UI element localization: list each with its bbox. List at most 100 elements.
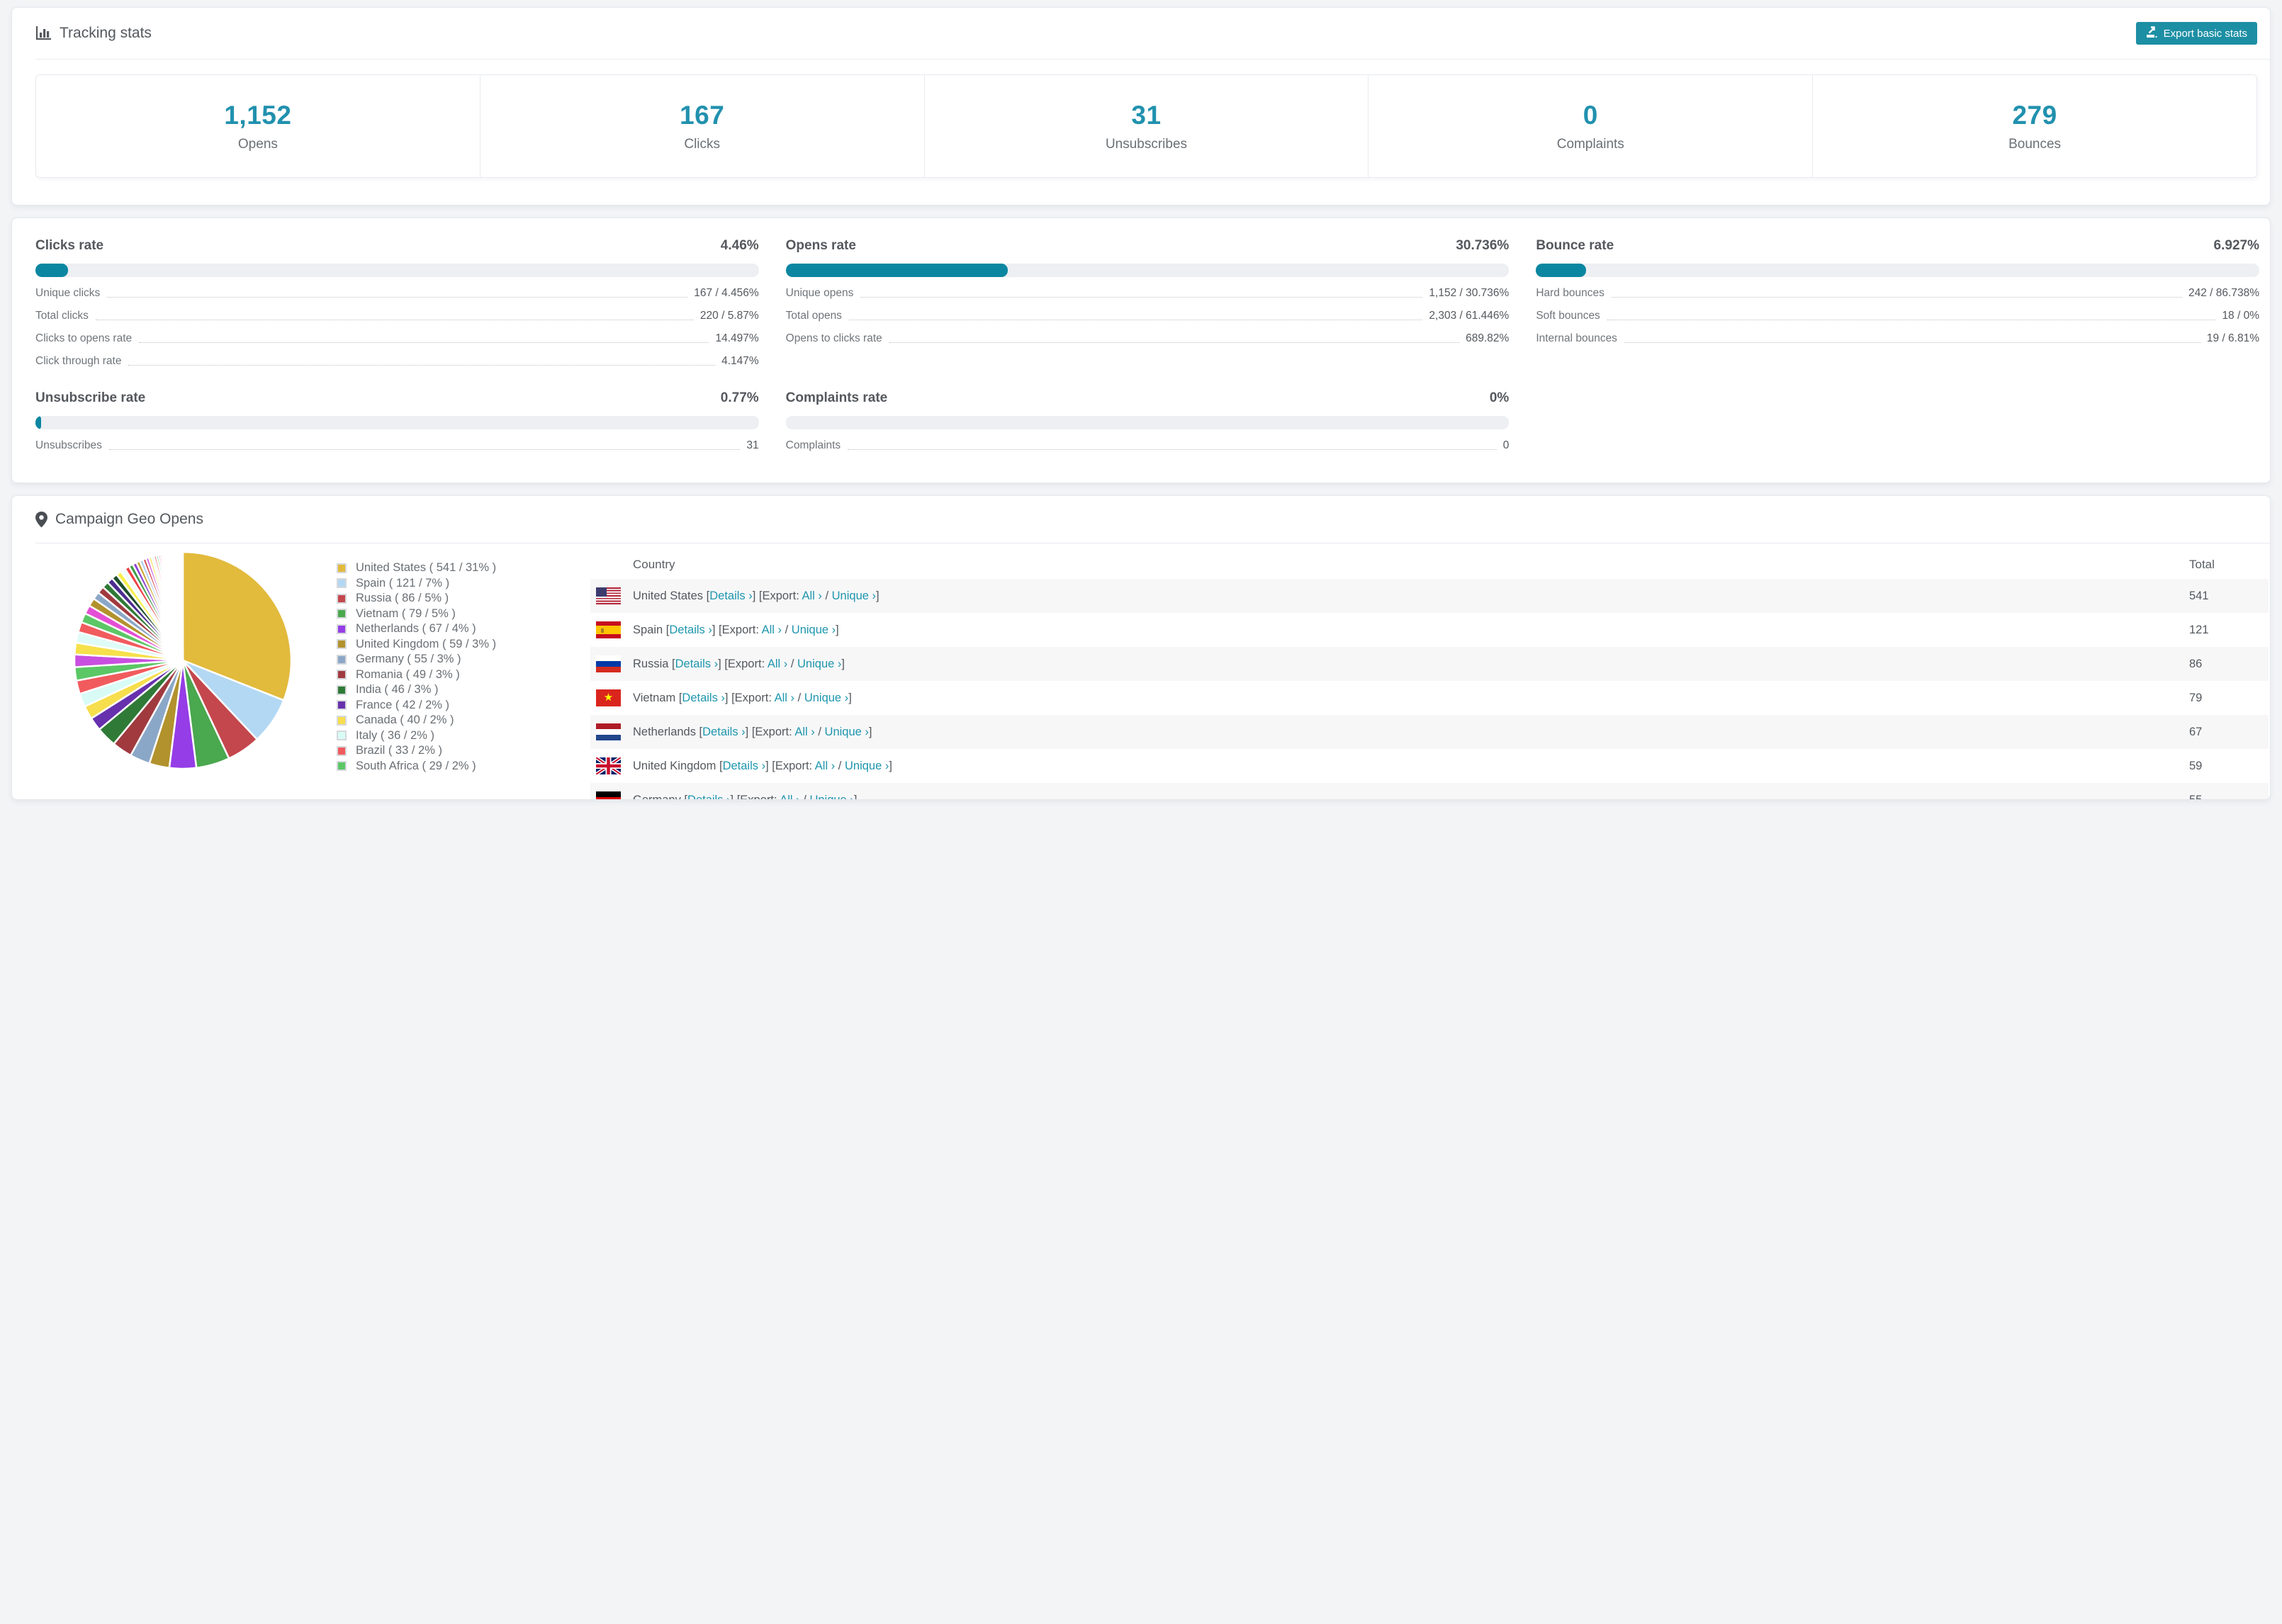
bracket-close: ] <box>889 759 892 772</box>
pie-slice-other[interactable] <box>181 551 184 662</box>
geo-table-body: United States [Details ›] [Export: All ›… <box>590 579 2269 800</box>
legend-item[interactable]: United States ( 541 / 31% ) <box>337 560 572 576</box>
details-link[interactable]: Details › <box>675 658 719 670</box>
dotted-leader <box>860 297 1423 298</box>
legend-item[interactable]: Brazil ( 33 / 2% ) <box>337 743 572 759</box>
country-cell-text: Vietnam [Details ›] [Export: All › / Uni… <box>633 692 852 705</box>
rate-panel: Clicks rate 4.46% Unique clicks 167 / 4.456… <box>35 238 759 368</box>
details-link[interactable]: Details › <box>709 590 753 602</box>
slash-text: / <box>821 589 832 602</box>
rate-row-label: Soft bounces <box>1536 310 1600 322</box>
progress-bar-fill <box>1536 264 1587 277</box>
legend-label: United Kingdom ( 59 / 3% ) <box>356 637 497 650</box>
export-unique-link[interactable]: Unique › <box>809 794 853 800</box>
us-canton <box>596 587 607 597</box>
tile-value: 279 <box>2012 100 2057 130</box>
tracking-stats-title: Tracking stats <box>35 25 152 42</box>
export-basic-stats-button[interactable]: Export basic stats <box>2135 22 2257 45</box>
es-emblem <box>601 628 604 633</box>
flag-icon-de <box>596 791 621 799</box>
export-unique-link[interactable]: Unique › <box>804 692 848 704</box>
legend-item[interactable]: United Kingdom ( 59 / 3% ) <box>337 637 572 653</box>
header-divider <box>35 59 2270 60</box>
rate-panel-rows: Hard bounces 242 / 86.738% Soft bounces 18 … <box>1536 287 2259 345</box>
export-unique-link[interactable]: Unique › <box>845 760 889 772</box>
country-cell: Germany [Details ›] [Export: All › / Uni… <box>590 791 2189 800</box>
tile-label: Opens <box>237 136 278 152</box>
export-all-link[interactable]: All › <box>780 794 799 800</box>
rate-panel-header: Unsubscribe rate 0.77% <box>35 390 759 406</box>
export-unique-link[interactable]: Unique › <box>792 624 836 636</box>
legend-item[interactable]: Germany ( 55 / 3% ) <box>337 652 572 667</box>
rate-row-value: 689.82% <box>1466 332 1510 344</box>
legend-item[interactable]: Netherlands ( 67 / 4% ) <box>337 621 572 637</box>
rate-panel-header: Complaints rate 0% <box>786 390 1510 406</box>
rate-row: Internal bounces 19 / 6.81% <box>1536 332 2259 345</box>
bracket-close: ] <box>848 691 852 704</box>
details-link[interactable]: Details › <box>687 794 731 800</box>
rate-row-label: Click through rate <box>35 355 122 367</box>
legend-label: France ( 42 / 2% ) <box>356 698 450 711</box>
total-cell: 67 <box>2189 725 2203 738</box>
country-cell-text: Spain [Details ›] [Export: All › / Uniqu… <box>633 624 839 637</box>
map-pin-icon <box>35 511 47 528</box>
details-link[interactable]: Details › <box>723 760 766 772</box>
rate-panel-title: Clicks rate <box>35 238 104 253</box>
legend-label: South Africa ( 29 / 2% ) <box>356 759 476 772</box>
rate-row-value: 242 / 86.738% <box>2188 287 2259 299</box>
flag-icon-ru <box>596 655 621 672</box>
legend-item[interactable]: France ( 42 / 2% ) <box>337 698 572 714</box>
export-all-link[interactable]: All › <box>794 726 814 738</box>
rate-row-label: Complaints <box>785 439 841 451</box>
legend-item[interactable]: India ( 46 / 3% ) <box>337 682 572 698</box>
legend-swatch <box>337 684 347 695</box>
slash-text: / <box>787 657 798 670</box>
legend-item[interactable]: Russia ( 86 / 5% ) <box>337 591 572 607</box>
progress-bar <box>785 416 1510 429</box>
geo-title-text: Campaign Geo Opens <box>55 511 203 527</box>
rate-panel: Opens rate 30.736% Unique opens 1,152 / 30.… <box>785 238 1510 368</box>
slash-text: / <box>814 725 825 738</box>
legend-label: Italy ( 36 / 2% ) <box>356 728 434 742</box>
country-cell: ★ Vietnam [Details ›] [Export: All › / Un… <box>590 689 2189 706</box>
slash-text: / <box>799 793 810 800</box>
export-unique-link[interactable]: Unique › <box>797 658 841 670</box>
legend-item[interactable]: Spain ( 121 / 7% ) <box>337 576 572 592</box>
legend-item[interactable]: Romania ( 49 / 3% ) <box>337 667 572 683</box>
country-cell-text: United Kingdom [Details ›] [Export: All … <box>633 760 892 773</box>
details-link[interactable]: Details › <box>702 726 746 738</box>
tile-value: 167 <box>680 100 725 130</box>
legend-label: India ( 46 / 3% ) <box>356 683 439 697</box>
total-cell: 541 <box>2189 589 2209 602</box>
details-link[interactable]: Details › <box>669 624 712 636</box>
flag-icon-nl <box>596 723 621 740</box>
export-icon <box>2146 26 2158 41</box>
legend-swatch <box>337 745 347 756</box>
export-all-link[interactable]: All › <box>768 658 787 670</box>
rate-row: Hard bounces 242 / 86.738% <box>1536 287 2259 300</box>
legend-swatch <box>337 654 347 665</box>
country-column-header: Country <box>633 558 675 571</box>
legend-item[interactable]: Vietnam ( 79 / 5% ) <box>337 607 572 622</box>
export-unique-link[interactable]: Unique › <box>825 726 869 738</box>
geo-pie-chart <box>73 551 293 770</box>
geo-table-row: Netherlands [Details ›] [Export: All › /… <box>590 715 2269 749</box>
export-unique-link[interactable]: Unique › <box>832 590 876 602</box>
export-all-link[interactable]: All › <box>762 624 782 636</box>
rate-panel-rows: Complaints 0 <box>786 439 1510 452</box>
export-all-link[interactable]: All › <box>802 590 821 602</box>
bracket-close: ] <box>868 725 872 738</box>
legend-swatch <box>337 700 347 711</box>
legend-item[interactable]: Canada ( 40 / 2% ) <box>337 713 572 728</box>
details-link[interactable]: Details › <box>682 692 725 704</box>
export-all-link[interactable]: All › <box>775 692 794 704</box>
rate-row: Clicks to opens rate 14.497% <box>35 332 759 345</box>
legend-item[interactable]: South Africa ( 29 / 2% ) <box>337 759 572 774</box>
rate-row-label: Unsubscribes <box>35 439 102 451</box>
legend-item[interactable]: Italy ( 36 / 2% ) <box>337 728 572 744</box>
rate-row: Total clicks 220 / 5.87% <box>35 310 759 322</box>
progress-bar <box>35 264 759 277</box>
export-all-link[interactable]: All › <box>815 760 835 772</box>
dotted-leader <box>108 449 741 450</box>
bracket-text: ] [Export: <box>730 793 780 800</box>
